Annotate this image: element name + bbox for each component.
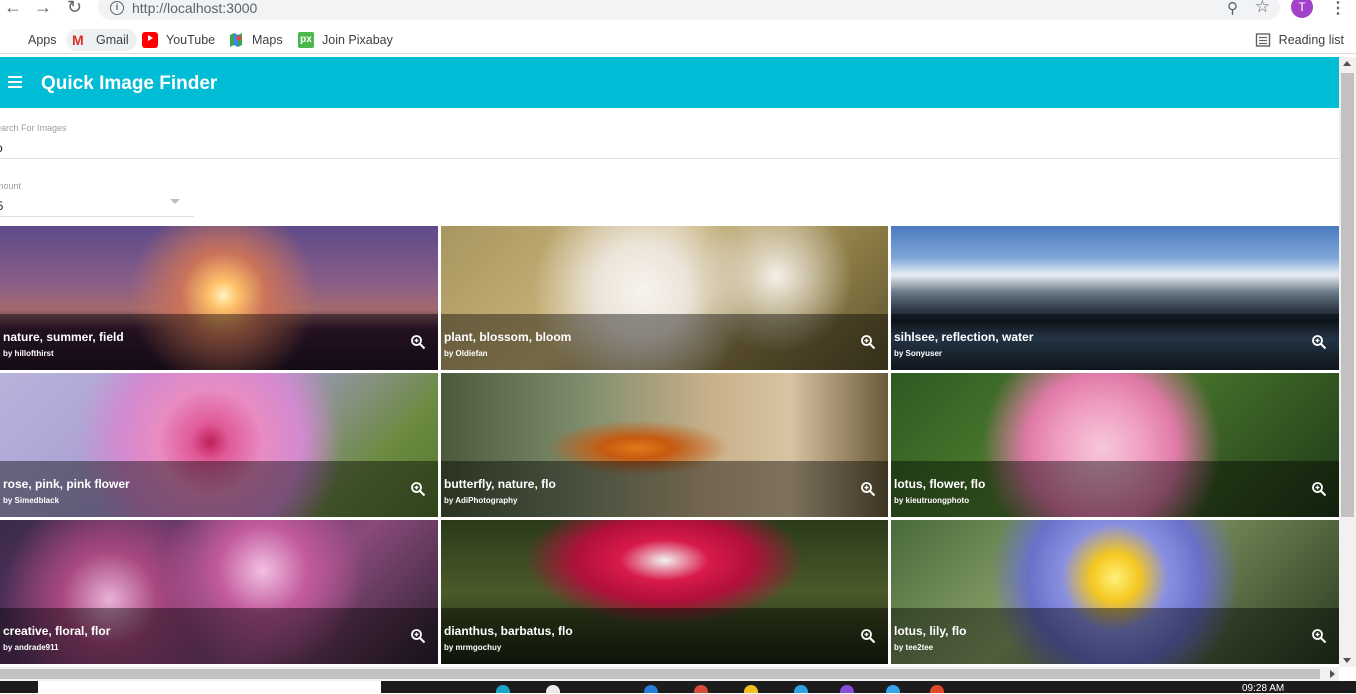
bookmark-label: Maps — [252, 33, 283, 47]
reading-list-icon — [1255, 33, 1270, 47]
scroll-right-icon[interactable] — [1330, 670, 1335, 678]
search-field[interactable]: Search For Images flo — [0, 123, 1339, 159]
search-label: Search For Images — [0, 123, 67, 133]
scroll-up-icon[interactable] — [1343, 61, 1351, 66]
forward-arrow-icon[interactable]: → — [34, 0, 52, 16]
os-taskbar: 09:28 AM — [0, 681, 1356, 694]
tile-title: dianthus, barbatus, flo — [444, 624, 573, 638]
taskbar-app-icon[interactable] — [694, 685, 708, 693]
image-tile[interactable]: plant, blossom, bloom by Oldiefan — [441, 226, 888, 370]
taskbar-search-box[interactable] — [38, 681, 381, 693]
tile-title: sihlsee, reflection, water — [894, 330, 1034, 344]
reload-icon[interactable]: ↻ — [67, 0, 82, 16]
tile-author: by andrade911 — [3, 643, 59, 652]
tile-author: by hillofthirst — [3, 349, 54, 358]
image-tile[interactable]: butterfly, nature, flo by AdiPhotography — [441, 373, 888, 517]
horizontal-scroll-thumb[interactable] — [0, 669, 1320, 679]
taskbar-app-icon[interactable] — [644, 685, 658, 693]
tile-author: by Sonyuser — [894, 349, 943, 358]
zoom-in-icon[interactable] — [410, 334, 426, 350]
bookmark-label: YouTube — [166, 33, 216, 47]
bookmark-youtube[interactable]: YouTube — [142, 29, 215, 51]
zoom-in-icon[interactable] — [410, 481, 426, 497]
tile-title: plant, blossom, bloom — [444, 330, 572, 344]
taskbar-app-icon[interactable] — [840, 685, 854, 693]
address-url[interactable]: http://localhost:3000 — [132, 0, 257, 16]
gmail-icon: M — [72, 32, 84, 48]
zoom-in-icon[interactable] — [860, 481, 876, 497]
tile-title: butterfly, nature, flo — [444, 477, 556, 491]
bookmark-gmail[interactable]: M Gmail — [66, 29, 137, 51]
scroll-down-icon[interactable] — [1343, 658, 1351, 663]
profile-avatar[interactable]: T — [1291, 0, 1313, 18]
hamburger-menu-icon[interactable] — [8, 76, 22, 88]
bookmark-label: Apps — [28, 33, 57, 47]
image-grid: nature, summer, field by hillofthirst pl… — [0, 226, 1339, 667]
pixabay-icon: px — [298, 32, 314, 48]
zoom-in-icon[interactable] — [410, 628, 426, 644]
amount-label: Amount — [0, 181, 22, 191]
image-tile[interactable]: creative, floral, flor by andrade911 — [0, 520, 438, 664]
taskbar-app-icon[interactable] — [546, 685, 560, 693]
taskbar-app-icon[interactable] — [496, 685, 510, 693]
taskbar-clock: 09:28 AM — [1242, 683, 1285, 694]
maps-icon — [230, 33, 242, 47]
zoom-in-icon[interactable] — [860, 334, 876, 350]
vertical-scroll-thumb[interactable] — [1341, 73, 1354, 517]
bookmark-apps[interactable]: Apps — [4, 29, 57, 51]
app-bar: Quick Image Finder — [0, 57, 1339, 108]
zoom-icon[interactable]: ⚲ — [1227, 0, 1238, 17]
browser-toolbar: ← → ↻ i http://localhost:3000 ⚲ ☆ T ⋮ — [0, 0, 1356, 20]
bookmark-pixabay[interactable]: px Join Pixabay — [298, 29, 393, 51]
app-title: Quick Image Finder — [41, 73, 218, 94]
image-tile[interactable]: dianthus, barbatus, flo by mrmgochuy — [441, 520, 888, 664]
tile-title: lotus, lily, flo — [894, 624, 967, 638]
image-tile[interactable]: lotus, lily, flo by tee2tee — [891, 520, 1339, 664]
site-info-icon[interactable]: i — [110, 1, 124, 15]
apps-grid-icon — [4, 32, 20, 48]
amount-value[interactable]: 15 — [0, 199, 194, 213]
tile-author: by mrmgochuy — [444, 643, 502, 652]
image-tile[interactable]: lotus, flower, flo by kieutruongphoto — [891, 373, 1339, 517]
zoom-in-icon[interactable] — [860, 628, 876, 644]
zoom-in-icon[interactable] — [1311, 628, 1327, 644]
image-tile[interactable]: sihlsee, reflection, water by Sonyuser — [891, 226, 1339, 370]
taskbar-app-icon[interactable] — [744, 685, 758, 693]
vertical-scrollbar[interactable] — [1339, 57, 1356, 667]
zoom-in-icon[interactable] — [1311, 481, 1327, 497]
horizontal-scrollbar[interactable] — [0, 667, 1339, 681]
tile-author: by Simedblack — [3, 496, 60, 505]
bookmark-maps[interactable]: Maps — [228, 29, 283, 51]
tile-author: by tee2tee — [894, 643, 934, 652]
tile-title: lotus, flower, flo — [894, 477, 986, 491]
tile-title: creative, floral, flor — [3, 624, 111, 638]
amount-select[interactable]: Amount 15 — [0, 181, 194, 217]
bookmark-label: Gmail — [96, 33, 129, 47]
app-viewport: Quick Image Finder Search For Images flo… — [0, 57, 1339, 667]
taskbar-app-icon[interactable] — [886, 685, 900, 693]
bookmarks-bar: Apps M Gmail YouTube Maps px Join Pixaba… — [0, 24, 1356, 54]
back-arrow-icon[interactable]: ← — [4, 0, 22, 16]
zoom-in-icon[interactable] — [1311, 334, 1327, 350]
image-tile[interactable]: nature, summer, field by hillofthirst — [0, 226, 438, 370]
bookmark-label: Join Pixabay — [322, 33, 393, 47]
bookmark-star-icon[interactable]: ☆ — [1255, 0, 1270, 17]
youtube-icon — [142, 32, 158, 48]
tile-author: by kieutruongphoto — [894, 496, 970, 505]
browser-menu-icon[interactable]: ⋮ — [1330, 0, 1346, 18]
taskbar-app-icon[interactable] — [930, 685, 944, 693]
dropdown-arrow-icon[interactable] — [170, 199, 180, 204]
tile-title: nature, summer, field — [3, 330, 124, 344]
reading-list-label: Reading list — [1278, 33, 1344, 47]
reading-list-button[interactable]: Reading list — [1255, 29, 1344, 51]
tile-title: rose, pink, pink flower — [3, 477, 130, 491]
search-input[interactable]: flo — [0, 141, 1339, 155]
tile-author: by Oldiefan — [444, 349, 488, 358]
address-bar[interactable]: i http://localhost:3000 ⚲ ☆ — [98, 0, 1280, 20]
tile-author: by AdiPhotography — [444, 496, 518, 505]
taskbar-app-icon[interactable] — [794, 685, 808, 693]
image-tile[interactable]: rose, pink, pink flower by Simedblack — [0, 373, 438, 517]
